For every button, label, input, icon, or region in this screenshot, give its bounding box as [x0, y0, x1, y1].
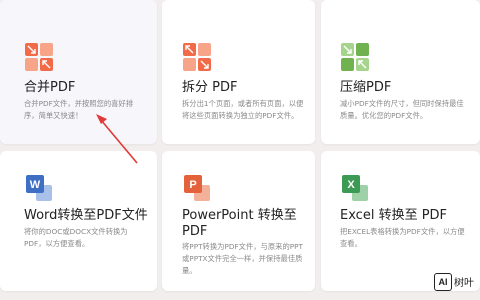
- compress-pdf-icon: [340, 42, 370, 72]
- card-description: 减小PDF文件的尺寸，但同时保持最佳质量。优化您的PDF文件。: [340, 99, 464, 120]
- card-title: Excel 转换至 PDF: [340, 208, 448, 223]
- card-title: PowerPoint 转换至 PDF: [182, 208, 297, 239]
- card-description: 把EXCEL表格转换为PDF文件，以方便查看。: [340, 227, 465, 248]
- word-to-pdf-card[interactable]: W Word转换至PDF文件 将你的DOC或DOCX文件转换为PDF，以方便查看…: [0, 151, 157, 291]
- card-title: 拆分 PDF: [182, 80, 238, 95]
- card-description: 合并PDF文件，并按照您的喜好排序，简单又快速！: [24, 99, 134, 120]
- word-icon: W: [24, 173, 54, 203]
- card-title: Word转换至PDF文件: [24, 208, 148, 223]
- watermark-text: 树叶: [454, 278, 474, 289]
- split-pdf-icon: [182, 42, 212, 72]
- card-title: 压缩PDF: [340, 80, 392, 95]
- watermark-badge: AI: [434, 273, 452, 291]
- svg-text:P: P: [189, 179, 196, 191]
- card-description: 将PPT转换为PDF文件，与原来的PPT或PPTX文件完全一样，并保持最佳质量。: [182, 242, 303, 275]
- powerpoint-icon: P: [182, 173, 212, 203]
- svg-text:W: W: [30, 179, 41, 191]
- card-title: 合并PDF: [24, 80, 76, 95]
- excel-icon: X: [340, 173, 370, 203]
- compress-pdf-card[interactable]: 压缩PDF 减小PDF文件的尺寸，但同时保持最佳质量。优化您的PDF文件。: [321, 0, 480, 144]
- card-description: 将你的DOC或DOCX文件转换为PDF，以方便查看。: [24, 227, 128, 248]
- split-pdf-card[interactable]: 拆分 PDF 拆分出1个页面，或者所有页面，以便将这些页面转换为独立的PDF文件…: [162, 0, 315, 144]
- card-description: 拆分出1个页面，或者所有页面，以便将这些页面转换为独立的PDF文件。: [182, 99, 304, 120]
- svg-text:X: X: [347, 179, 355, 191]
- merge-pdf-card[interactable]: 合并PDF 合并PDF文件，并按照您的喜好排序，简单又快速！: [0, 0, 157, 144]
- merge-pdf-icon: [24, 42, 54, 72]
- powerpoint-to-pdf-card[interactable]: P PowerPoint 转换至 PDF 将PPT转换为PDF文件，与原来的PP…: [162, 151, 315, 291]
- watermark: AI 树叶: [432, 270, 480, 300]
